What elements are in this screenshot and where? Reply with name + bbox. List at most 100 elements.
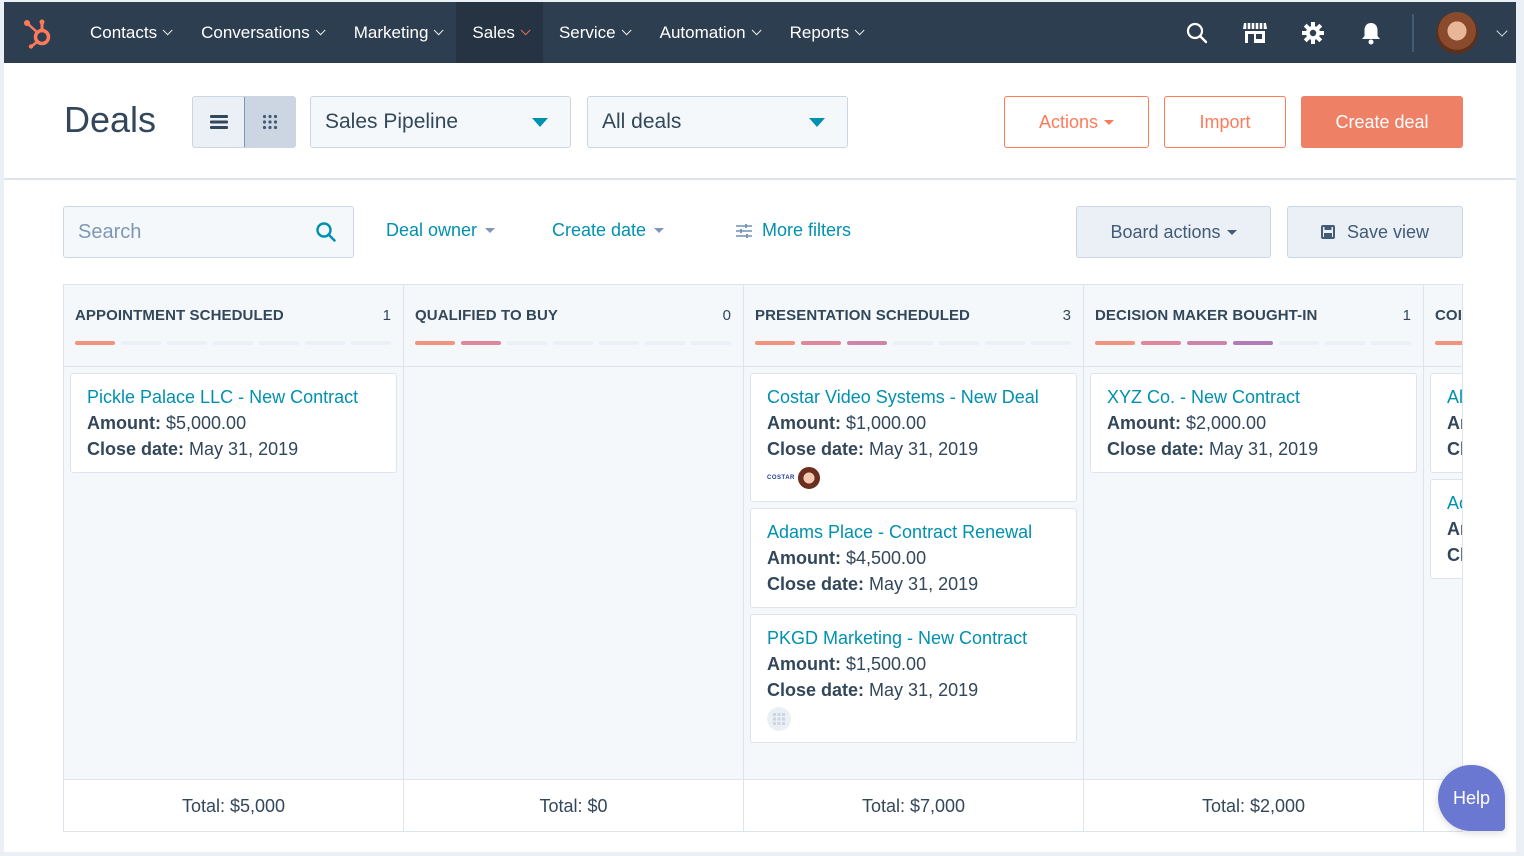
- deal-name-link[interactable]: XYZ Co. - New Contract: [1107, 384, 1400, 410]
- search-input[interactable]: [78, 220, 298, 244]
- actions-button[interactable]: Actions: [1004, 96, 1149, 148]
- column-title: COI: [1435, 307, 1462, 324]
- deal-name-link[interactable]: PKGD Marketing - New Contract: [767, 625, 1060, 651]
- company-placeholder-icon[interactable]: [767, 707, 791, 731]
- chevron-down-icon: [315, 25, 326, 36]
- close-date-value: May 31, 2019: [189, 439, 299, 459]
- caret-down-icon: [1226, 229, 1237, 235]
- amount-value: $1,000.00: [846, 413, 927, 433]
- stage-segment-filled: [1141, 341, 1181, 345]
- help-button[interactable]: Help: [1438, 765, 1505, 831]
- board-column: COI Al Ar Cl Ac Ar Cl: [1424, 285, 1462, 831]
- deal-card[interactable]: Costar Video Systems - New Deal Amount: $…: [750, 373, 1077, 502]
- stage-segment-empty: [167, 341, 207, 345]
- amount-label: Ar: [1447, 413, 1462, 433]
- board-actions-button[interactable]: Board actions: [1076, 206, 1271, 258]
- board-column: PRESENTATION SCHEDULED 3 Costar Video Syst…: [744, 285, 1084, 831]
- amount-label: Amount:: [87, 413, 161, 433]
- deal-name-link[interactable]: Pickle Palace LLC - New Contract: [87, 384, 380, 410]
- view-toggle: [192, 96, 296, 148]
- deal-amount: Ar: [1447, 410, 1462, 436]
- nav-item-sales[interactable]: Sales: [456, 2, 543, 63]
- stage-segment-empty: [553, 341, 593, 345]
- stage-segment-filled: [415, 341, 455, 345]
- nav-item-automation[interactable]: Automation: [644, 2, 774, 63]
- caret-down-icon: [809, 118, 825, 127]
- deal-close-date: Cl: [1447, 542, 1462, 568]
- notifications-bell-icon[interactable]: [1342, 2, 1400, 63]
- amount-value: $2,000.00: [1186, 413, 1267, 433]
- marketplace-icon[interactable]: [1226, 2, 1284, 63]
- chevron-down-icon: [520, 25, 531, 36]
- amount-label: Amount:: [767, 654, 841, 674]
- board-column: APPOINTMENT SCHEDULED 1 Pickle Palace LLC …: [64, 285, 404, 831]
- deal-card[interactable]: Pickle Palace LLC - New Contract Amount: …: [70, 373, 397, 473]
- column-deal-count: 1: [1402, 307, 1411, 324]
- deal-close-date: Cl: [1447, 436, 1462, 462]
- close-date-label: Close date:: [767, 439, 865, 459]
- stage-segment-empty: [985, 341, 1025, 345]
- deal-close-date: Close date: May 31, 2019: [767, 436, 1060, 462]
- hubspot-logo-icon[interactable]: [4, 2, 74, 63]
- column-deal-count: 3: [1062, 307, 1071, 324]
- deal-name-link[interactable]: Ac: [1447, 490, 1462, 516]
- deal-name-link[interactable]: Costar Video Systems - New Deal: [767, 384, 1060, 410]
- deal-card[interactable]: PKGD Marketing - New Contract Amount: $1,…: [750, 614, 1077, 743]
- create-date-label: Create date: [552, 220, 647, 240]
- close-date-label: Close date:: [767, 680, 865, 700]
- deal-close-date: Close date: May 31, 2019: [767, 677, 1060, 703]
- deal-card[interactable]: XYZ Co. - New Contract Amount: $2,000.00 C…: [1090, 373, 1417, 473]
- nav-item-label: Automation: [659, 22, 746, 42]
- deal-owner-label: Deal owner: [386, 220, 478, 240]
- nav-item-contacts[interactable]: Contacts: [74, 2, 185, 63]
- close-date-label: Close date:: [1107, 439, 1205, 459]
- import-label: Import: [1199, 111, 1251, 132]
- nav-item-marketing[interactable]: Marketing: [338, 2, 457, 63]
- stage-segment-empty: [1031, 341, 1071, 345]
- settings-icon[interactable]: [1284, 2, 1342, 63]
- deal-card[interactable]: Adams Place - Contract Renewal Amount: $4…: [750, 508, 1077, 608]
- stage-segment-filled: [75, 341, 115, 345]
- stage-segment-empty: [1279, 341, 1319, 345]
- deal-owner-filter[interactable]: Deal owner: [386, 220, 496, 241]
- search-icon[interactable]: [315, 221, 337, 248]
- close-date-value: May 31, 2019: [869, 574, 979, 594]
- nav-utilities: [1168, 2, 1516, 63]
- stage-progress-bar: [75, 341, 391, 345]
- deal-close-date: Close date: May 31, 2019: [87, 436, 380, 462]
- save-view-label: Save view: [1346, 221, 1430, 242]
- list-view-button[interactable]: [193, 97, 244, 147]
- account-menu-chevron-icon[interactable]: [1496, 24, 1508, 37]
- user-avatar[interactable]: [1436, 11, 1478, 54]
- board-column: QUALIFIED TO BUY 0 Total: $0: [404, 285, 744, 831]
- nav-item-service[interactable]: Service: [543, 2, 644, 63]
- column-total: Total: $2,000: [1084, 779, 1423, 831]
- pipeline-select-value: Sales Pipeline: [325, 110, 459, 133]
- board-view-button[interactable]: [244, 97, 295, 147]
- search-icon[interactable]: [1168, 2, 1226, 63]
- help-label: Help: [1452, 787, 1491, 808]
- stage-segment-filled: [801, 341, 841, 345]
- deal-name-link[interactable]: Al: [1447, 384, 1462, 410]
- stage-segment-empty: [351, 341, 391, 345]
- pipeline-select[interactable]: Sales Pipeline: [310, 96, 571, 148]
- stage-segment-filled: [755, 341, 795, 345]
- create-deal-button[interactable]: Create deal: [1301, 96, 1463, 148]
- save-view-button[interactable]: Save view: [1287, 206, 1463, 258]
- deal-close-date: Close date: May 31, 2019: [767, 571, 1060, 597]
- caret-down-icon: [532, 118, 548, 127]
- owner-avatar[interactable]: [796, 466, 821, 490]
- nav-item-reports[interactable]: Reports: [774, 2, 878, 63]
- column-title: DECISION MAKER BOUGHT-IN: [1095, 307, 1318, 324]
- column-cards: XYZ Co. - New Contract Amount: $2,000.00 C…: [1084, 367, 1423, 473]
- view-select[interactable]: All deals: [587, 96, 848, 148]
- deal-card[interactable]: Ac Ar Cl: [1430, 479, 1462, 579]
- deal-card[interactable]: Al Ar Cl: [1430, 373, 1462, 473]
- company-logo[interactable]: COSTAR: [767, 475, 795, 481]
- deal-name-link[interactable]: Adams Place - Contract Renewal: [767, 519, 1060, 545]
- stage-segment-filled: [461, 341, 501, 345]
- import-button[interactable]: Import: [1164, 96, 1286, 148]
- create-date-filter[interactable]: Create date: [552, 220, 665, 241]
- more-filters-button[interactable]: More filters: [736, 220, 851, 241]
- nav-item-conversations[interactable]: Conversations: [185, 2, 338, 63]
